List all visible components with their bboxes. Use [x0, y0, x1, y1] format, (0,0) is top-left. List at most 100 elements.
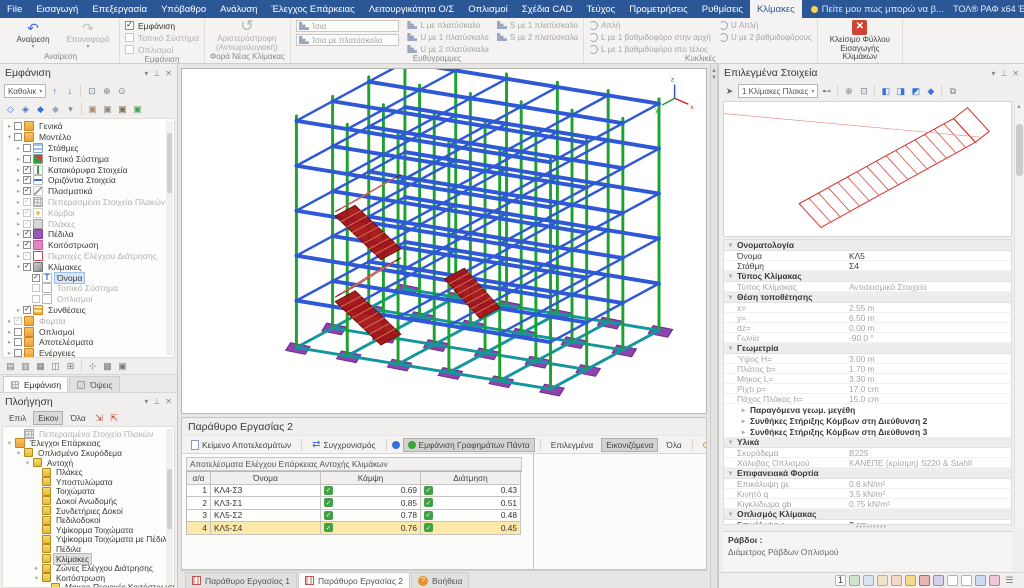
- ribbon-checkbox[interactable]: Εμφάνιση: [125, 20, 199, 31]
- zoom-window-icon[interactable]: ⊡: [857, 85, 870, 98]
- display-tree-scrollbar[interactable]: [166, 121, 173, 355]
- move-down-icon[interactable]: ↓: [63, 85, 76, 98]
- zoom-window-icon[interactable]: ⊡: [85, 85, 98, 98]
- ribbon-item[interactable]: U Απλή: [719, 20, 812, 30]
- expander-icon[interactable]: ▸: [14, 187, 23, 195]
- tree-checkbox[interactable]: [14, 133, 22, 141]
- tree-checkbox[interactable]: [23, 241, 31, 249]
- tab-Παράθυρο Εργασίας 1[interactable]: Παράθυρο Εργασίας 1: [185, 572, 297, 588]
- text-results-button[interactable]: Κείμενο Αποτελεσμάτων: [186, 438, 296, 452]
- property-row[interactable]: Ρίχτι ρ=17.0 cm: [724, 384, 1011, 394]
- tree-checkbox[interactable]: [32, 284, 40, 292]
- expander-icon[interactable]: ▾: [727, 469, 734, 477]
- display-tree-node[interactable]: ▸Πλασματικά: [3, 186, 174, 197]
- collapse-all-icon[interactable]: ⇱: [108, 412, 121, 425]
- property-row[interactable]: y=6.50 m: [724, 313, 1011, 323]
- blue-marker-icon[interactable]: [392, 441, 400, 449]
- paste-settings-icon[interactable]: ▥: [19, 360, 32, 373]
- chart-bar-icon[interactable]: [877, 575, 888, 586]
- grid-display-icon[interactable]: ⊞: [64, 360, 77, 373]
- expand-all-icon[interactable]: ⇲: [93, 412, 106, 425]
- property-subsection[interactable]: ▸Συνθήκες Στήριξης Κόμβων στη Διεύθυνση …: [724, 415, 1011, 426]
- property-section[interactable]: ▾Υλικά: [724, 437, 1011, 448]
- ribbon-item[interactable]: Ίσια: [296, 20, 399, 32]
- property-row[interactable]: Κιγκλίδωμα gb0.75 kN/m²: [724, 499, 1011, 509]
- tell-me-search[interactable]: Πείτε μου πως μπορώ να β...: [802, 0, 953, 18]
- display-tree-node[interactable]: Όνομα: [3, 272, 174, 283]
- property-row[interactable]: Κινητό q3.5 kN/m²: [724, 489, 1011, 499]
- ribbon-item[interactable]: L με πλατύσκαλο: [407, 20, 489, 30]
- property-section[interactable]: ▾Γεωμετρία: [724, 343, 1011, 354]
- display-tree-node[interactable]: ▸Συνθέσεις: [3, 305, 174, 316]
- property-section[interactable]: ▾Επιφανειακά Φορτία: [724, 468, 1011, 479]
- copy-image-icon[interactable]: ⧉: [946, 85, 959, 98]
- table-icon[interactable]: [863, 575, 874, 586]
- tab-Όψεις[interactable]: Όψεις: [69, 376, 119, 392]
- menu-Ρυθμίσεις[interactable]: Ρυθμίσεις: [695, 0, 750, 18]
- sync-button[interactable]: ⇄ Συγχρονισμός: [307, 437, 380, 452]
- ribbon-item[interactable]: U με 2 βαθμιδοφόρους: [719, 32, 812, 42]
- fit-display-icon[interactable]: ⊹: [86, 360, 99, 373]
- expander-icon[interactable]: ▸: [14, 252, 23, 260]
- tree-checkbox[interactable]: [23, 263, 31, 271]
- crop-display-icon[interactable]: ▩: [101, 360, 114, 373]
- tree-checkbox[interactable]: [23, 155, 31, 163]
- nav-tree-scrollbar[interactable]: [166, 429, 173, 585]
- property-row[interactable]: Πάχος Πλάκας h=15.0 cm: [724, 394, 1011, 404]
- expander-icon[interactable]: ▸: [32, 564, 41, 572]
- layers-display-icon[interactable]: ◫: [49, 360, 62, 373]
- filter-selected-button[interactable]: Επιλεγμένα: [546, 438, 599, 452]
- menu-Υπόβαθρο[interactable]: Υπόβαθρο: [154, 0, 213, 18]
- nav-filter-Επιλ[interactable]: Επιλ: [4, 411, 31, 425]
- render-mode-3-icon[interactable]: ▣: [116, 103, 129, 116]
- tree-checkbox[interactable]: [23, 306, 31, 314]
- ribbon-button[interactable]: ↶Αναίρεση▾: [7, 22, 59, 51]
- tree-checkbox[interactable]: [32, 274, 40, 282]
- expander-icon[interactable]: ▾: [727, 510, 734, 518]
- copy-settings-icon[interactable]: ▤: [4, 360, 17, 373]
- selected-elements-dropdown[interactable]: 1 Κλίμακες Πλακες▾: [738, 84, 818, 98]
- display-filter-dropdown[interactable]: Καθολικ ▾: [4, 84, 46, 98]
- display-tree-node[interactable]: ▸Περιοχές Ελέγχου Διάτρησης: [3, 251, 174, 262]
- menu-Κλίμακες[interactable]: Κλίμακες: [750, 0, 802, 18]
- expander-icon[interactable]: ▾: [5, 439, 14, 447]
- tree-checkbox[interactable]: [23, 252, 31, 260]
- tree-checkbox[interactable]: [32, 295, 40, 303]
- table-row[interactable]: 3ΚΛ5-Σ2✓0.78✓0.48: [187, 510, 522, 523]
- always-show-graphs-toggle[interactable]: Εμφάνιση Γραφημάτων Πάντα: [403, 438, 535, 452]
- expander-icon[interactable]: ▸: [14, 241, 23, 249]
- folder-small-icon[interactable]: [905, 575, 916, 586]
- display-tree-node[interactable]: ▸Κοιτόστρωση: [3, 240, 174, 251]
- tree-checkbox[interactable]: [14, 338, 22, 346]
- pin-icon[interactable]: ⊥: [1000, 69, 1007, 78]
- splitter-up-icon[interactable]: ▲: [711, 68, 717, 74]
- filter-shown-button[interactable]: Εικονιζόμενα: [601, 438, 658, 452]
- expander-icon[interactable]: ▾: [727, 438, 734, 446]
- display-tree-node[interactable]: ▸Πεπερασμένα Στοιχεία Πλακών: [3, 197, 174, 208]
- tree-checkbox[interactable]: [23, 166, 31, 174]
- display-tree-node[interactable]: ▾Κλίμακες: [3, 261, 174, 272]
- tree-checkbox[interactable]: [23, 209, 31, 217]
- panel-splitter[interactable]: ▲ ▼: [710, 64, 718, 588]
- menu-Λειτουργικότητα Ο/Σ[interactable]: Λειτουργικότητα Ο/Σ: [362, 0, 462, 18]
- property-row[interactable]: Τύπος ΚλίμακαςΑντισεισμικό Στοιχείο: [724, 282, 1011, 292]
- display-tree-node[interactable]: ▸Κόμβοι: [3, 207, 174, 218]
- panel-menu-icon[interactable]: ▾: [144, 397, 148, 406]
- splitter-down-icon[interactable]: ▼: [711, 75, 717, 81]
- database-icon[interactable]: [849, 575, 860, 586]
- view-shaded-icon[interactable]: ◆: [34, 103, 47, 116]
- model-3d-viewport[interactable]: x y z: [181, 68, 707, 414]
- menu-File[interactable]: File: [0, 0, 29, 18]
- tab-Βοήθεια[interactable]: ?Βοήθεια: [411, 572, 469, 588]
- tree-checkbox[interactable]: [23, 144, 31, 152]
- tree-checkbox[interactable]: [14, 122, 22, 130]
- nav-filter-Εικον[interactable]: Εικον: [33, 411, 63, 425]
- property-row[interactable]: x=2.55 m: [724, 303, 1011, 313]
- expander-icon[interactable]: ▾: [14, 263, 23, 271]
- filter-display-icon[interactable]: ▦: [34, 360, 47, 373]
- tree-checkbox[interactable]: [23, 230, 31, 238]
- expander-icon[interactable]: ▾: [727, 241, 734, 249]
- ribbon-button[interactable]: ↷Επαναφορά▾: [62, 22, 114, 51]
- expander-icon[interactable]: ▾: [727, 344, 734, 352]
- menu-Επεξεργασία[interactable]: Επεξεργασία: [85, 0, 154, 18]
